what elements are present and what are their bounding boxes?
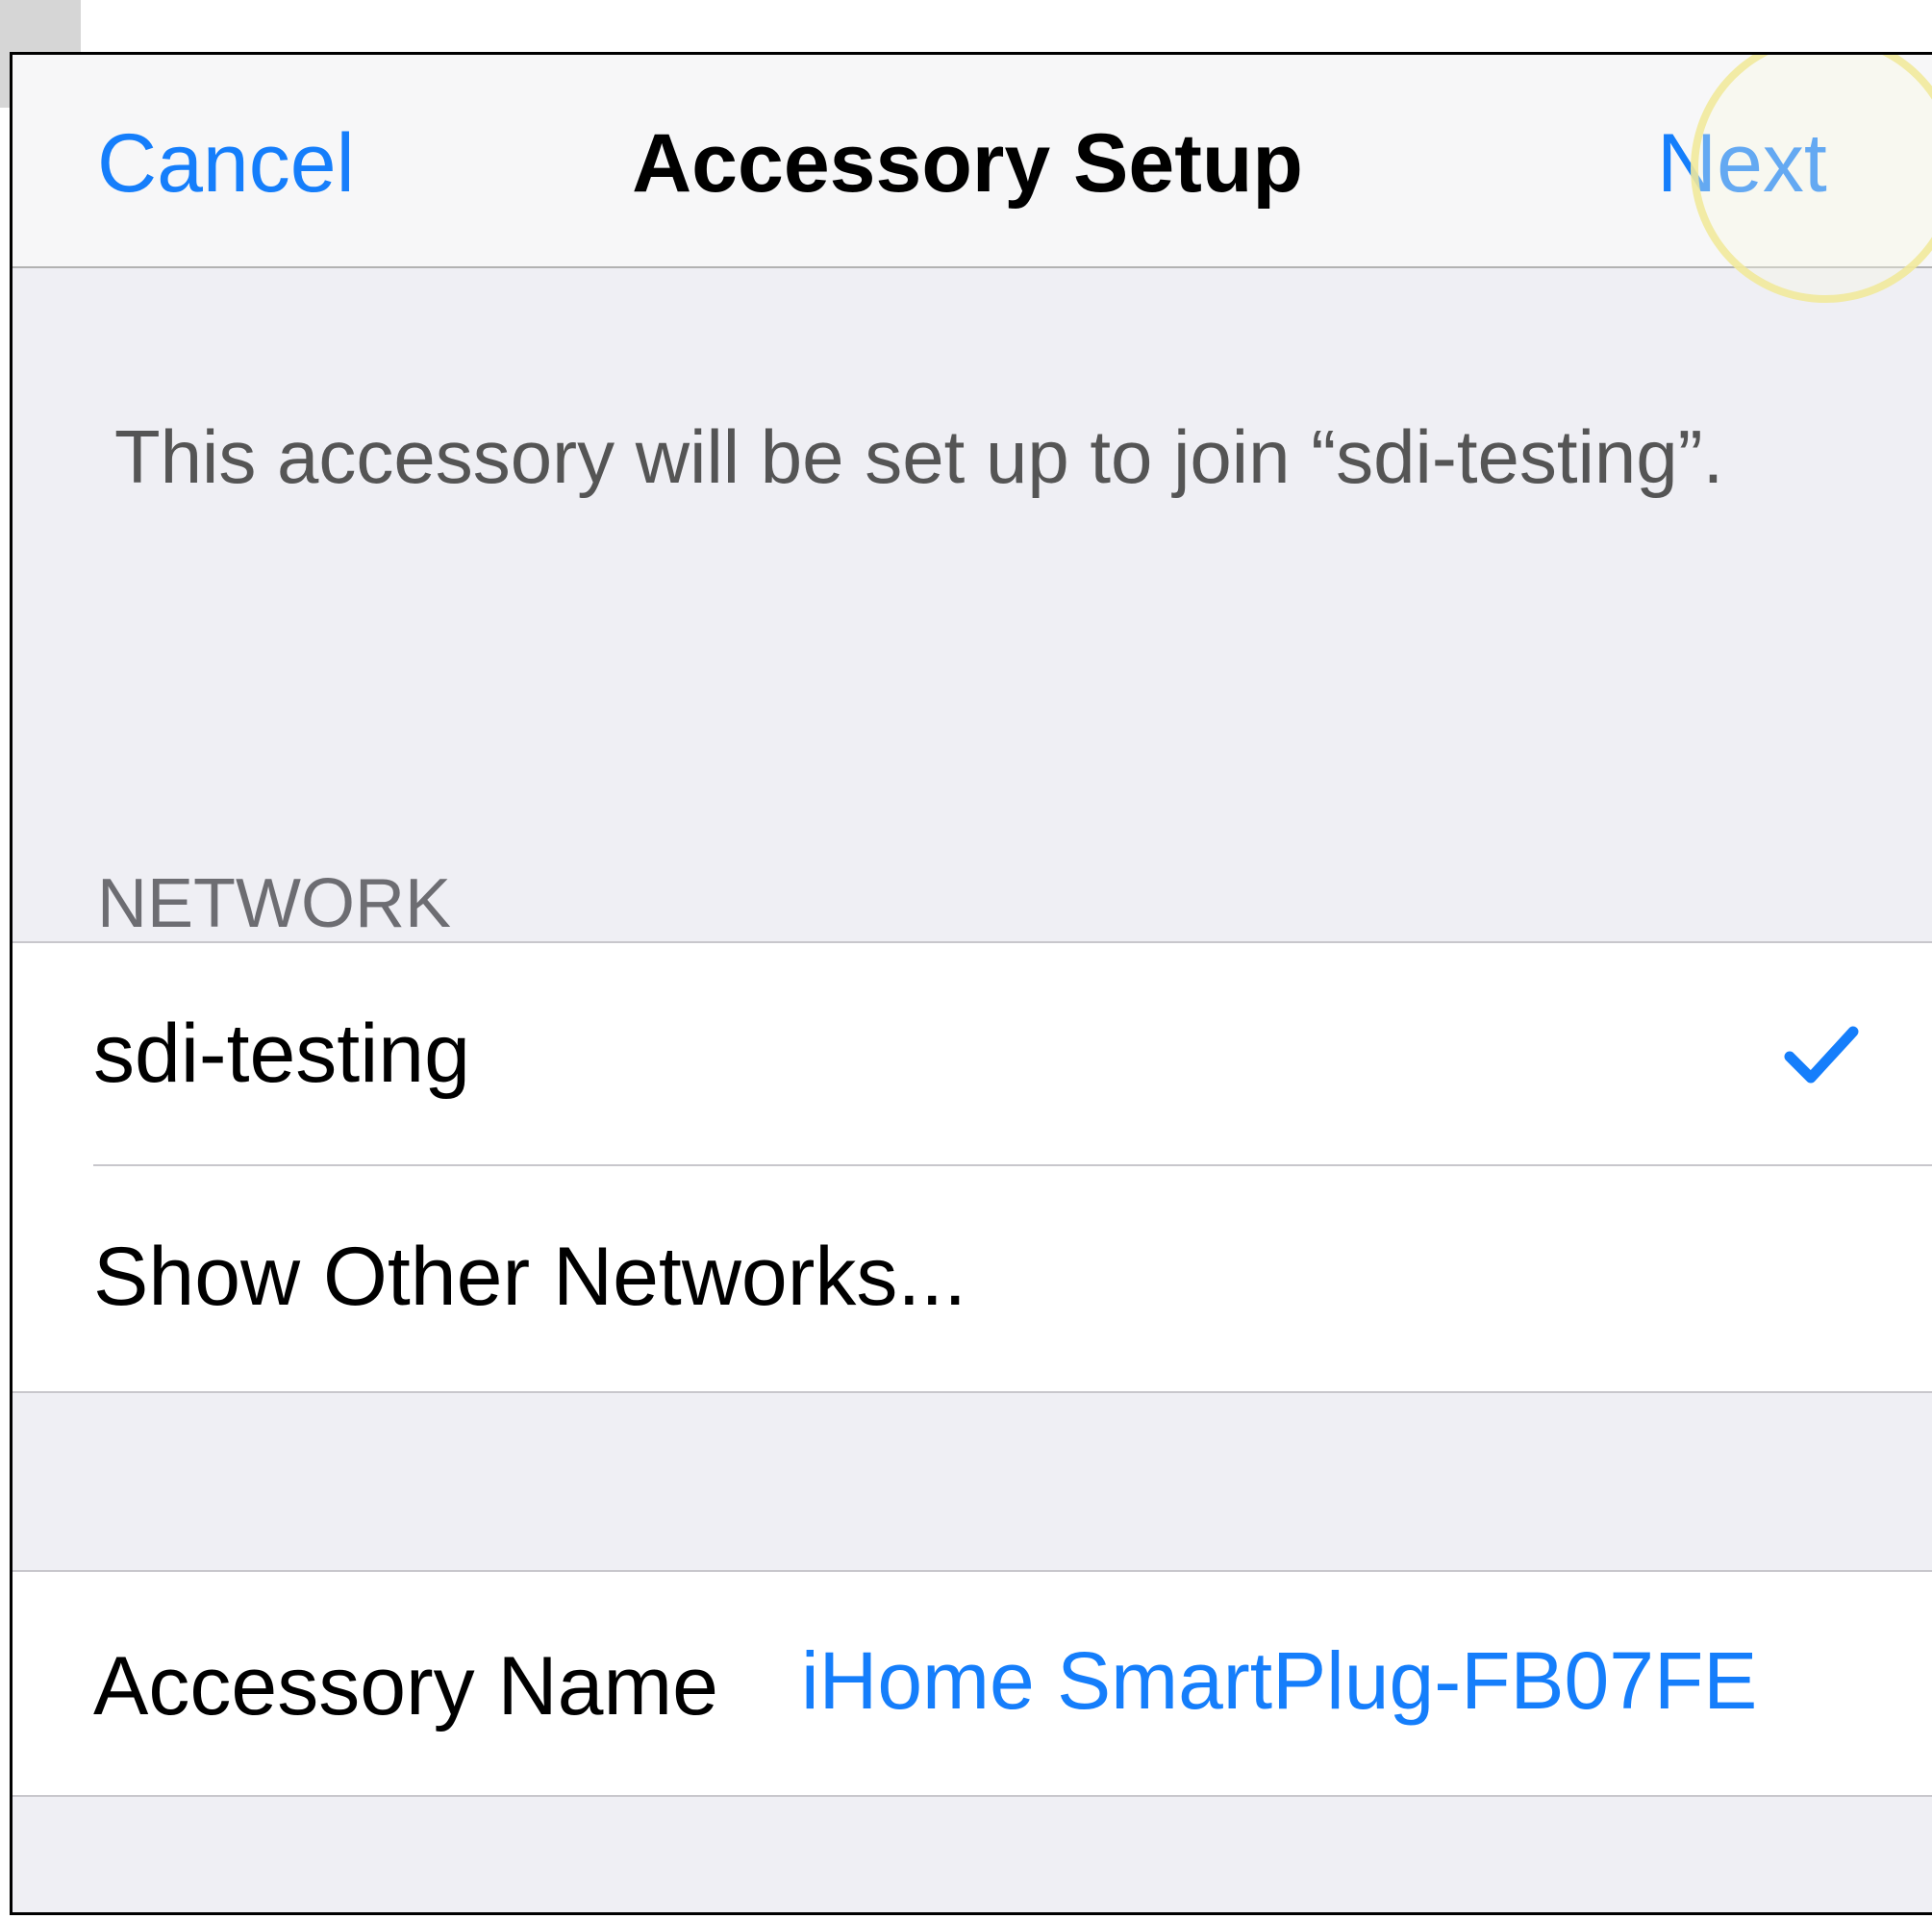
network-item-label: Show Other Networks... (93, 1231, 967, 1323)
accessory-name-label: Accessory Name (93, 1640, 718, 1732)
show-other-networks-item[interactable]: Show Other Networks... (13, 1166, 1932, 1389)
network-list: sdi-testing Show Other Networks... (13, 941, 1932, 1393)
page-title: Accessory Setup (632, 117, 1303, 210)
navigation-bar: Cancel Accessory Setup Next (13, 55, 1932, 268)
network-item-sdi-testing[interactable]: sdi-testing (13, 943, 1932, 1166)
network-section-header: NETWORK (97, 865, 451, 942)
info-message: This accessory will be set up to join “s… (114, 414, 1724, 499)
accessory-name-row[interactable]: Accessory Name iHome SmartPlug-FB07FE (13, 1570, 1932, 1797)
accessory-name-field[interactable]: iHome SmartPlug-FB07FE (801, 1628, 1757, 1733)
network-item-label: sdi-testing (93, 1008, 470, 1100)
checkmark-icon (1784, 1026, 1859, 1084)
accessory-setup-sheet: Cancel Accessory Setup Next This accesso… (10, 52, 1932, 1915)
